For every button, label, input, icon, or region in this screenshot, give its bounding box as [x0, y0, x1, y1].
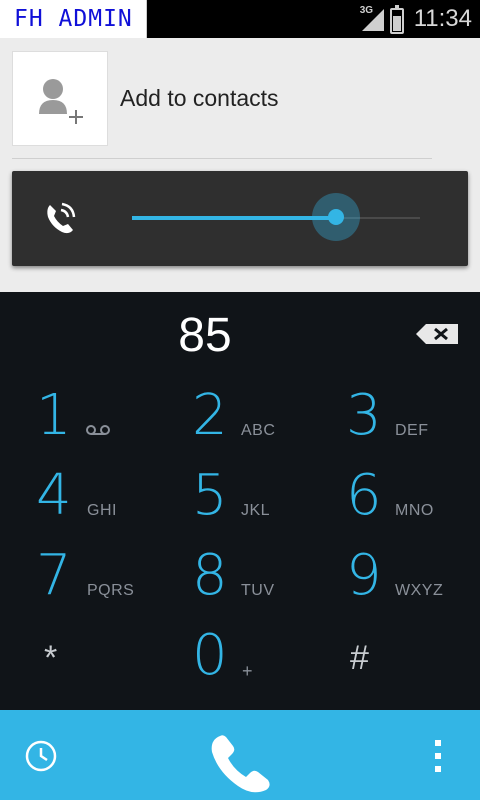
status-icons: 3G 11:34 [360, 0, 480, 38]
volume-slider-track[interactable] [132, 193, 420, 241]
contact-photo[interactable] [12, 50, 108, 146]
volume-panel [12, 171, 468, 266]
key-letters: WXYZ [395, 582, 444, 599]
dialed-digits[interactable]: 85 [0, 308, 410, 363]
key-0[interactable]: 0 + [160, 620, 320, 700]
network-indicator: 3G [360, 5, 384, 33]
call-history-icon[interactable] [24, 739, 58, 773]
key-digit: 6 [346, 463, 382, 528]
key-digit: 1 [36, 383, 72, 448]
key-letters: ABC [241, 422, 276, 439]
key-5[interactable]: 5 JKL [160, 460, 320, 540]
key-digit: 9 [346, 543, 382, 608]
key-9[interactable]: 9 WXYZ [320, 540, 480, 620]
key-digit: 5 [192, 463, 228, 528]
key-digit: 3 [346, 383, 382, 448]
volume-slider-thumb[interactable] [312, 193, 361, 241]
key-hash[interactable]: # [320, 620, 480, 700]
app-badge-label: FH ADMIN [14, 6, 133, 32]
key-digit: 4 [36, 463, 72, 528]
key-letters: DEF [395, 422, 429, 439]
key-8[interactable]: 8 TUV [160, 540, 320, 620]
key-6[interactable]: 6 MNO [320, 460, 480, 540]
dialer-pad: 85 1 2 ABC 3 DEF 4 GHI 5 JKL 6 MNO 7 PQR… [0, 292, 480, 710]
key-letters: TUV [241, 582, 275, 599]
key-7[interactable]: 7 PQRS [0, 540, 160, 620]
key-3[interactable]: 3 DEF [320, 380, 480, 460]
add-to-contacts-label[interactable]: Add to contacts [120, 85, 279, 112]
app-badge: FH ADMIN [0, 0, 147, 38]
key-4[interactable]: 4 GHI [0, 460, 160, 540]
key-2[interactable]: 2 ABC [160, 380, 320, 460]
key-star[interactable]: * [0, 620, 160, 700]
volume-slider-fill [132, 216, 337, 220]
key-letters: + [242, 661, 254, 681]
divider [12, 158, 432, 159]
in-call-volume-icon [47, 202, 76, 234]
key-letters: JKL [241, 502, 271, 519]
key-digit: 2 [192, 383, 228, 448]
status-clock: 11:34 [413, 5, 472, 32]
add-to-contacts-row[interactable]: Add to contacts [12, 50, 432, 146]
key-letters: GHI [87, 502, 117, 519]
battery-icon [389, 5, 404, 34]
key-letters: MNO [395, 502, 434, 519]
key-symbol: * [44, 639, 58, 677]
overflow-menu-icon[interactable] [428, 740, 448, 772]
key-digit: 8 [192, 543, 228, 608]
dialer-action-bar [0, 710, 480, 800]
key-letters: PQRS [87, 582, 135, 599]
add-contact-icon [39, 78, 83, 124]
phone-call-icon[interactable] [206, 734, 274, 796]
status-bar: FH ADMIN 3G 11:34 [0, 0, 480, 38]
key-digit: 0 [192, 623, 228, 688]
backspace-icon[interactable] [414, 322, 460, 346]
signal-icon [361, 9, 384, 31]
key-1[interactable]: 1 [0, 380, 160, 460]
key-symbol: # [350, 639, 369, 677]
key-digit: 7 [36, 543, 72, 608]
voicemail-icon [86, 425, 110, 435]
